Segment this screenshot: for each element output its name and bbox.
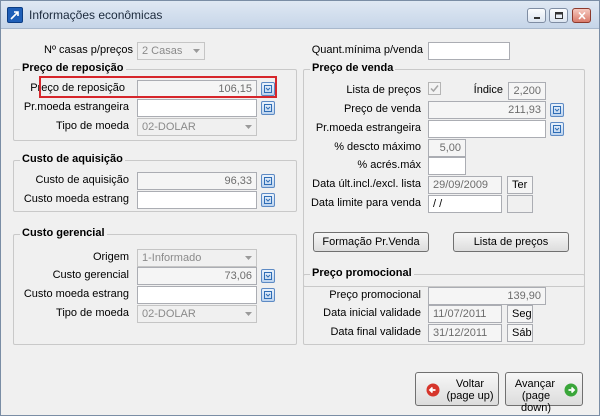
avancar-label-2: (page down) [521,390,551,414]
preco-venda-field[interactable]: 211,93 [428,101,546,119]
gerencial-moeda-calc-button[interactable] [261,288,275,302]
lista-precos-checkbox[interactable] [428,82,441,95]
data-inicial-day: Seg [507,305,533,323]
custo-aquisicao-field[interactable]: 96,33 [137,172,257,190]
desconto-label: % descto máximo [334,141,421,153]
reposicao-title: Preço de reposição [20,62,126,74]
venda-title: Preço de venda [310,62,396,74]
calculator-icon [264,291,272,299]
minimize-button[interactable] [527,8,546,23]
indice-label: Índice [473,84,503,96]
data-limite-day [507,195,533,213]
voltar-label-2: (page up) [446,390,494,402]
app-icon [7,7,23,23]
voltar-label-1: Voltar [455,378,485,390]
calculator-icon [264,272,272,280]
tipo-moeda-select[interactable]: 02-DOLAR [137,118,257,136]
window-title: Informações econômicas [29,8,163,22]
calculator-icon [553,106,561,114]
arrow-right-icon [564,383,578,397]
custo-moeda-field[interactable] [137,191,257,209]
data-ultima-field[interactable]: 29/09/2009 [428,176,502,194]
data-limite-label: Data limite para venda [310,197,421,209]
chevron-down-icon [245,312,252,316]
venda-pr-moeda-field[interactable] [428,120,546,138]
tipo-moeda-label: Tipo de moeda [56,120,129,132]
num-casas-label: Nº casas p/preços [44,44,133,56]
indice-field[interactable]: 2,200 [508,82,546,100]
gerencial-moeda-label: Custo moeda estrang [23,288,129,300]
data-inicial-field[interactable]: 11/07/2011 [428,305,502,323]
num-casas-value: 2 Casas [142,45,183,57]
data-inicial-label: Data inicial validade [323,307,421,319]
data-ultima-day: Ter [507,176,533,194]
aquisicao-title: Custo de aquisição [20,153,125,165]
focus-highlight [39,76,277,98]
custo-moeda-calc-button[interactable] [261,193,275,207]
quant-minima-label: Quant.mínima p/venda [311,44,423,56]
chevron-down-icon [193,49,200,53]
data-final-field[interactable]: 31/12/2011 [428,324,502,342]
data-ultima-label: Data últ.incl./excl. lista [312,178,421,190]
client-area: Nº casas p/preços 2 Casas Quant.mínima p… [7,31,593,414]
close-button[interactable] [572,8,591,23]
custo-aquisicao-calc-button[interactable] [261,174,275,188]
gerencial-tipo-moeda-label: Tipo de moeda [56,307,129,319]
acres-field[interactable] [428,157,466,175]
custo-aquisicao-label: Custo de aquisição [35,174,129,186]
venda-pr-moeda-calc-button[interactable] [550,122,564,136]
calculator-icon [553,125,561,133]
origem-label: Origem [92,251,129,263]
calculator-icon [264,177,272,185]
data-final-day: Sáb [507,324,533,342]
pr-moeda-field[interactable] [137,99,257,117]
lista-precos-button[interactable]: Lista de preços [453,232,569,252]
gerencial-tipo-moeda-select[interactable]: 02-DOLAR [137,305,257,323]
venda-pr-moeda-label: Pr.moeda estrangeira [315,122,421,134]
data-limite-field[interactable]: / / [428,195,502,213]
origem-value: 1-Informado [142,252,202,264]
preco-venda-label: Preço de venda [343,103,421,115]
custo-gerencial-field[interactable]: 73,06 [137,267,257,285]
maximize-button[interactable] [549,8,568,23]
avancar-label-1: Avançar [514,378,556,390]
checkmark-icon [430,85,439,93]
custo-moeda-label: Custo moeda estrang [23,193,129,205]
arrow-left-icon [426,383,440,397]
origem-select[interactable]: 1-Informado [137,249,257,267]
data-final-label: Data final validade [330,326,421,338]
custo-gerencial-calc-button[interactable] [261,269,275,283]
custo-gerencial-label: Custo gerencial [52,269,129,281]
chevron-down-icon [245,125,252,129]
voltar-button[interactable]: Voltar (page up) [415,372,499,406]
desconto-field[interactable]: 5,00 [428,139,466,157]
pr-moeda-label: Pr.moeda estrangeira [23,101,129,113]
pr-moeda-calc-button[interactable] [261,101,275,115]
promocional-title: Preço promocional [310,267,414,279]
calculator-icon [264,196,272,204]
main-window: Informações econômicas Nº casas p/preços… [0,0,600,416]
title-bar: Informações econômicas [1,1,599,29]
num-casas-select[interactable]: 2 Casas [137,42,205,60]
tipo-moeda-value: 02-DOLAR [142,121,196,133]
gerencial-tipo-moeda-value: 02-DOLAR [142,308,196,320]
lista-precos-label: Lista de preços [346,84,421,96]
gerencial-moeda-field[interactable] [137,286,257,304]
preco-promocional-field[interactable]: 139,90 [428,287,546,305]
quant-minima-field[interactable] [428,42,510,60]
preco-promocional-label: Preço promocional [329,289,421,301]
gerencial-title: Custo gerencial [20,227,107,239]
acres-label: % acrés.máx [357,159,421,171]
chevron-down-icon [245,256,252,260]
preco-venda-calc-button[interactable] [550,103,564,117]
avancar-button[interactable]: Avançar (page down) [505,372,583,414]
calculator-icon [264,104,272,112]
formacao-preco-button[interactable]: Formação Pr.Venda [313,232,429,252]
